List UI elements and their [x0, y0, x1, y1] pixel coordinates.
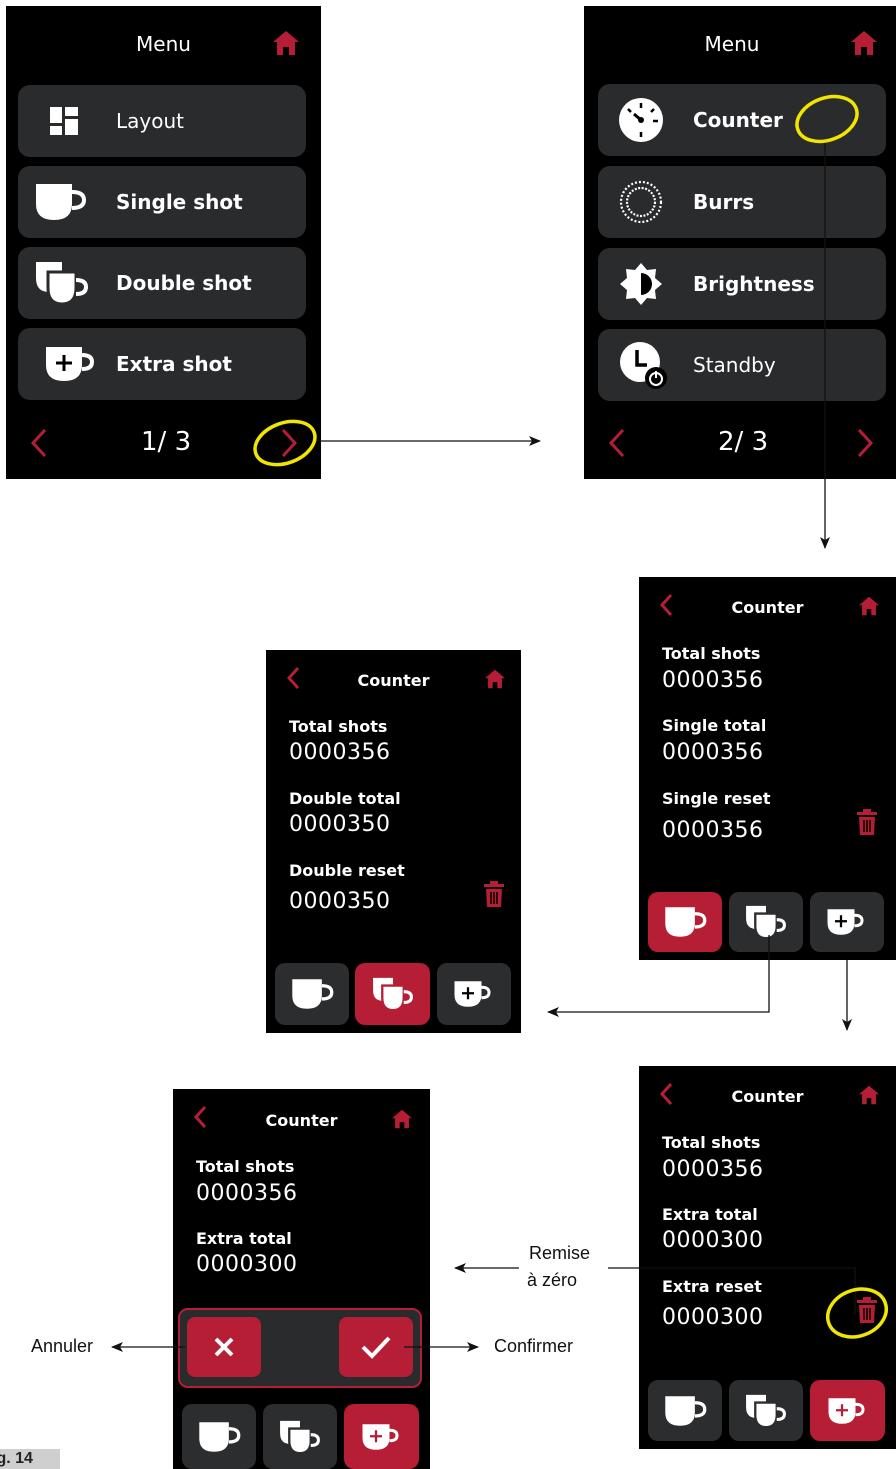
flow-arrows — [111, 94, 889, 1352]
